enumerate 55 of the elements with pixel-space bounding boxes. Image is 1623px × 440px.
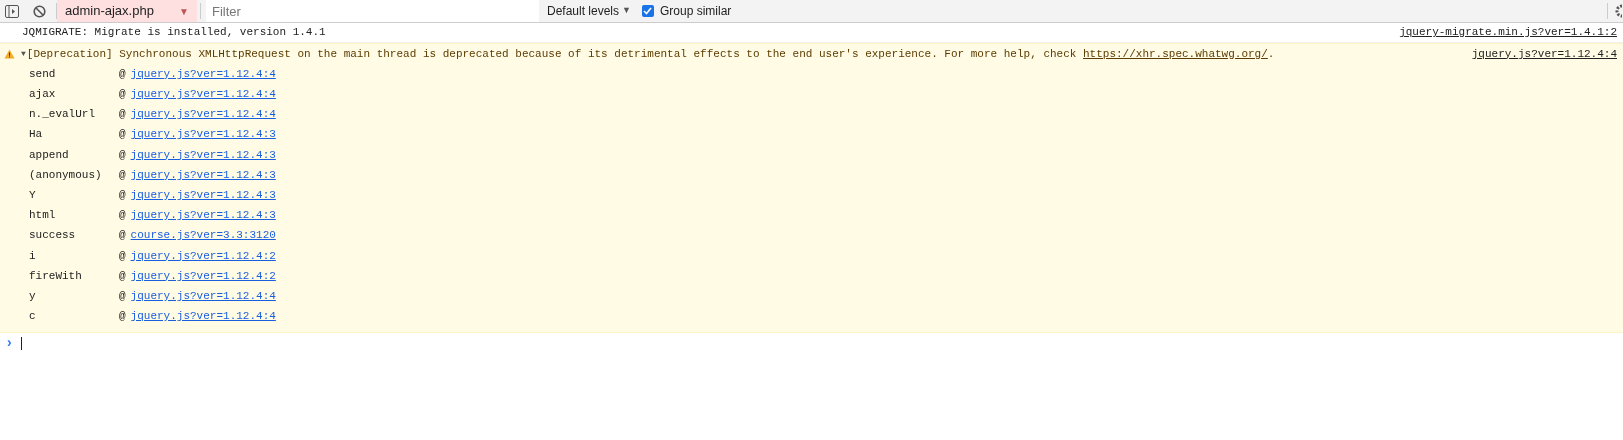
stack-link[interactable]: jquery.js?ver=1.12.4:4 [130, 287, 276, 305]
at-sign: @ [119, 187, 126, 203]
help-link[interactable]: https://xhr.spec.whatwg.org/ [1083, 47, 1268, 60]
context-select[interactable]: admin-ajax.php ▼ [57, 0, 197, 22]
at-sign: @ [119, 208, 126, 224]
warning-icon [4, 49, 15, 59]
at-sign: @ [119, 288, 126, 304]
at-sign: @ [119, 167, 126, 183]
stack-link[interactable]: jquery.js?ver=1.12.4:3 [130, 166, 276, 184]
levels-dropdown[interactable]: Default levels ▼ [547, 2, 631, 20]
function-name: ajax [29, 87, 57, 103]
source-link[interactable]: jquery.js?ver=1.12.4:4 [1471, 45, 1617, 63]
at-sign: @ [119, 248, 126, 264]
function-name: (anonymous) [29, 167, 103, 183]
message-text: [Deprecation] Synchronous XMLHttpRequest on the main thread is deprecated because of its detrimental effects to the end user's experience. For more help, check https://xhr.spec.whatwg.org/. [26, 46, 1276, 62]
function-name: fireWith [29, 268, 83, 284]
group-similar-checkbox[interactable] [641, 5, 654, 17]
source-link[interactable]: jquery-migrate.min.js?ver=1.4.1:2 [1399, 24, 1617, 41]
filter-field[interactable]: Filter [206, 0, 539, 22]
expand-toggle[interactable]: ▼ [21, 48, 26, 60]
clear-icon[interactable] [33, 4, 46, 18]
function-name: Y [29, 187, 37, 203]
stack-link[interactable]: jquery.js?ver=1.12.4:3 [130, 207, 276, 224]
function-name: success [29, 228, 77, 244]
text-cursor[interactable] [21, 336, 23, 350]
stack-link[interactable]: jquery.js?ver=1.12.4:3 [130, 126, 276, 143]
stack-link[interactable]: jquery.js?ver=1.12.4:3 [130, 186, 276, 204]
stack-link[interactable]: jquery.js?ver=1.12.4:2 [130, 267, 276, 285]
function-name: append [29, 147, 70, 163]
function-name: send [29, 66, 57, 82]
at-sign: @ [119, 228, 126, 244]
at-sign: @ [119, 268, 126, 284]
message-text: JQMIGRATE: Migrate is installed, version 1.4.1 [22, 25, 327, 41]
function-name: html [29, 208, 57, 224]
at-sign: @ [119, 147, 126, 163]
at-sign: @ [119, 127, 126, 143]
function-name: i [29, 248, 37, 264]
stack-link[interactable]: jquery.js?ver=1.12.4:4 [130, 86, 276, 103]
at-sign: @ [119, 66, 126, 82]
function-name: y [29, 288, 37, 304]
stack-link[interactable]: course.js?ver=3.3:3120 [130, 227, 276, 244]
at-sign: @ [119, 87, 126, 103]
prompt-icon: › [5, 332, 14, 354]
stack-link[interactable]: jquery.js?ver=1.12.4:4 [130, 106, 276, 123]
function-name: Ha [29, 127, 44, 143]
sidebar-toggle-icon[interactable] [5, 4, 19, 18]
function-name: n._evalUrl [29, 107, 96, 123]
stack-link[interactable]: jquery.js?ver=1.12.4:2 [130, 247, 276, 265]
at-sign: @ [119, 309, 126, 325]
stack-link[interactable]: jquery.js?ver=1.12.4:3 [130, 146, 276, 164]
function-name: c [29, 309, 37, 325]
stack-link[interactable]: jquery.js?ver=1.12.4:4 [130, 65, 276, 83]
stack-link[interactable]: jquery.js?ver=1.12.4:4 [130, 308, 276, 325]
at-sign: @ [119, 107, 126, 123]
group-similar-label: Group similar [659, 3, 732, 20]
